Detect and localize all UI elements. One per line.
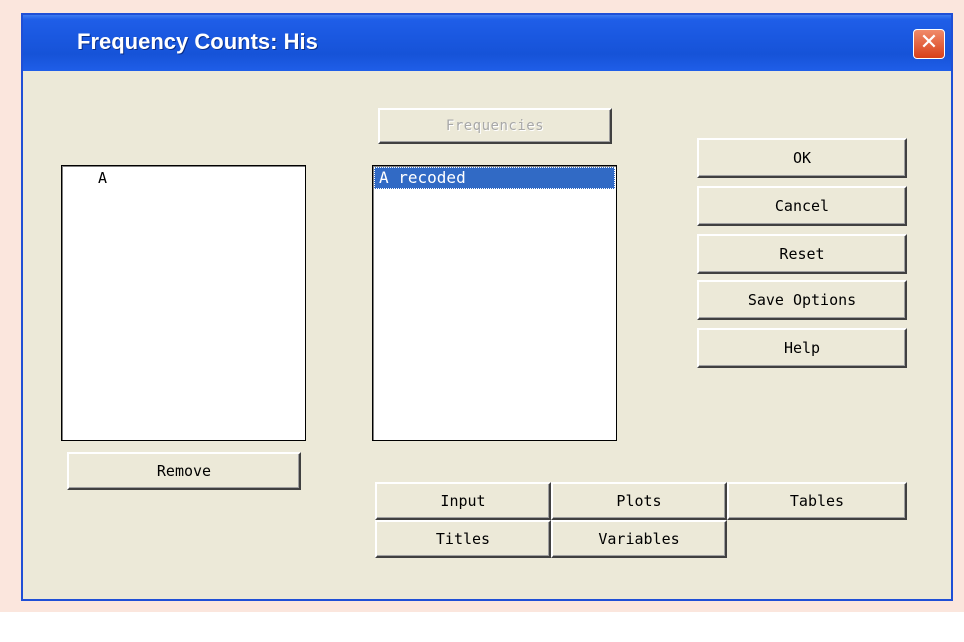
title-bar[interactable]: Frequency Counts: His ✕: [23, 15, 951, 71]
reset-button[interactable]: Reset: [697, 234, 907, 274]
plots-button[interactable]: Plots: [551, 482, 727, 520]
titles-button[interactable]: Titles: [375, 520, 551, 558]
available-variables-list[interactable]: A: [61, 165, 306, 441]
input-button[interactable]: Input: [375, 482, 551, 520]
frequency-counts-dialog: Frequency Counts: His ✕ Frequencies A Re…: [21, 13, 953, 601]
ok-button[interactable]: OK: [697, 138, 907, 178]
remove-button[interactable]: Remove: [67, 452, 301, 490]
list-item-selected[interactable]: A recoded: [374, 167, 615, 189]
cancel-button[interactable]: Cancel: [697, 186, 907, 226]
selected-variables-list[interactable]: A recoded: [372, 165, 617, 441]
tables-button[interactable]: Tables: [727, 482, 907, 520]
save-options-button[interactable]: Save Options: [697, 280, 907, 320]
window-title: Frequency Counts: His: [77, 29, 318, 54]
variables-button[interactable]: Variables: [551, 520, 727, 558]
list-item[interactable]: A: [62, 166, 305, 190]
frequencies-button[interactable]: Frequencies: [378, 108, 612, 144]
close-icon[interactable]: ✕: [913, 29, 945, 59]
help-button[interactable]: Help: [697, 328, 907, 368]
